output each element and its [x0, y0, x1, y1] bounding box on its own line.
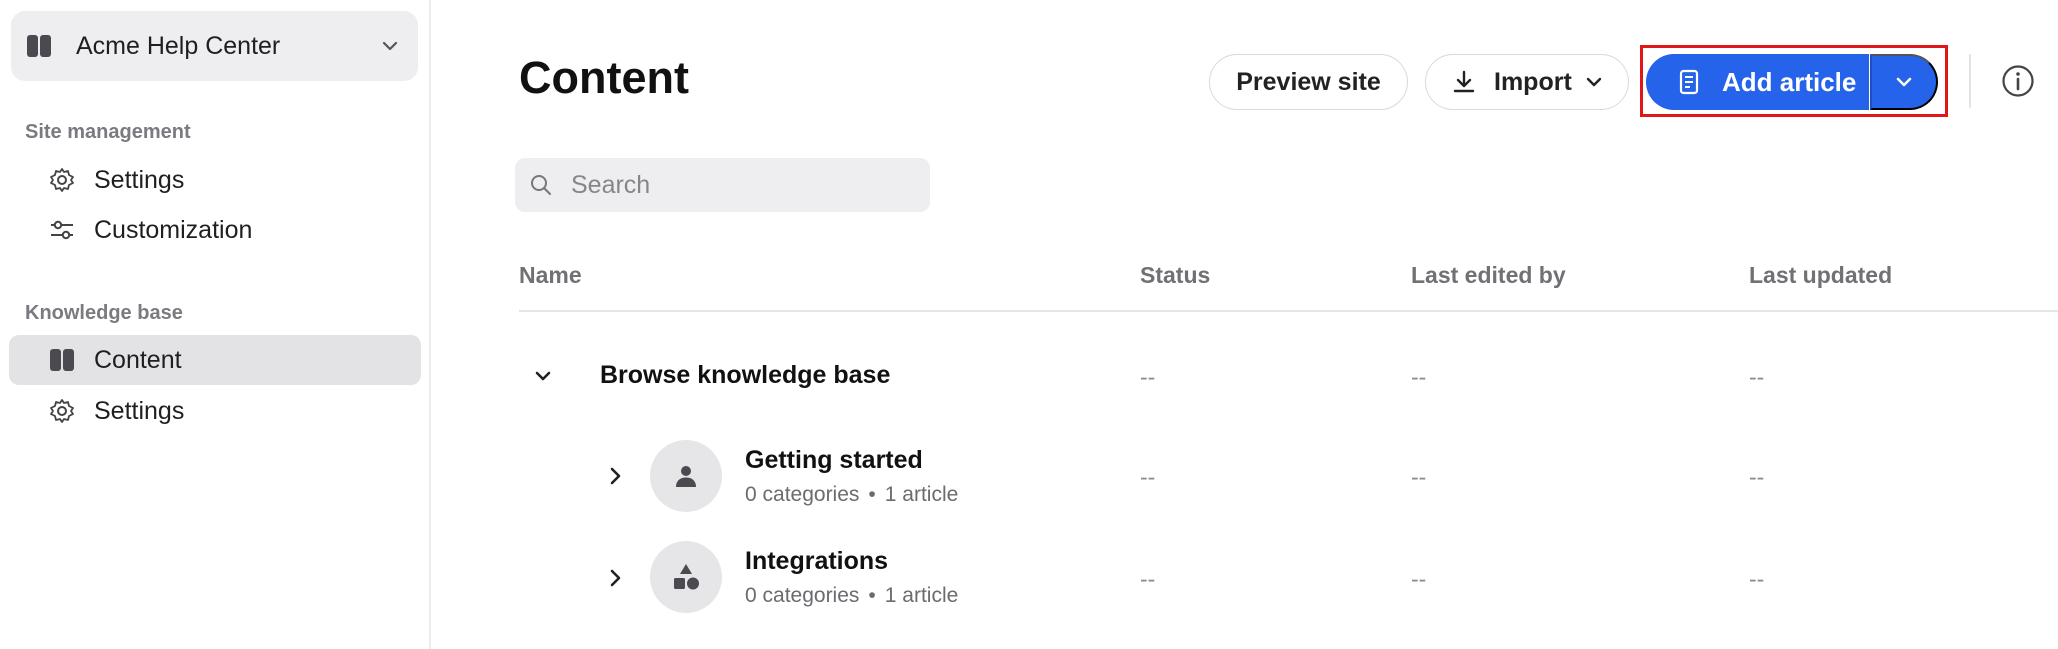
column-header-last-updated[interactable]: Last updated	[1749, 262, 1892, 289]
info-icon[interactable]	[2001, 64, 2035, 98]
app: Acme Help Center Site management Setting…	[0, 0, 2058, 649]
row-last-edited-by: --	[1411, 566, 1427, 592]
search-input[interactable]	[571, 170, 911, 200]
category-avatar	[650, 541, 722, 613]
chevron-down-icon	[379, 35, 401, 57]
row-last-updated: --	[1749, 464, 1765, 490]
table-header-divider	[519, 310, 2058, 312]
add-article-options-button[interactable]	[1870, 54, 1938, 110]
category-avatar	[650, 440, 722, 512]
chevron-right-icon[interactable]	[603, 464, 627, 488]
separator-dot: •	[868, 483, 876, 506]
chevron-down-icon	[1893, 71, 1915, 93]
chevron-down-icon[interactable]	[531, 364, 555, 388]
separator-dot: •	[868, 584, 876, 607]
chevron-down-icon	[1584, 72, 1604, 92]
sliders-icon	[47, 215, 77, 245]
download-icon	[1451, 69, 1477, 95]
category-name[interactable]: Getting started	[745, 446, 923, 475]
gear-icon	[47, 165, 77, 195]
row-status: --	[1140, 464, 1156, 490]
category-count: 0 categories	[745, 584, 860, 607]
group-last-updated: --	[1749, 364, 1765, 390]
book-open-icon	[26, 33, 52, 59]
sidebar-item-label: Customization	[94, 215, 253, 244]
group-name[interactable]: Browse knowledge base	[600, 361, 890, 390]
sidebar-item-label: Settings	[94, 396, 185, 425]
shapes-icon	[670, 561, 702, 593]
search-field[interactable]	[515, 158, 930, 212]
add-article-button[interactable]: Add article	[1646, 54, 1869, 110]
document-icon	[1676, 69, 1702, 95]
category-meta: 0 categories • 1 article	[745, 483, 958, 507]
group-status: --	[1140, 364, 1156, 390]
import-label: Import	[1494, 67, 1572, 96]
person-icon	[672, 462, 700, 490]
group-last-edited-by: --	[1411, 364, 1427, 390]
row-last-updated: --	[1749, 566, 1765, 592]
category-count: 0 categories	[745, 483, 860, 506]
section-title-knowledge-base: Knowledge base	[25, 302, 183, 324]
column-header-status[interactable]: Status	[1140, 262, 1210, 289]
sidebar-item-site-settings[interactable]: Settings	[9, 155, 421, 205]
column-header-last-edited-by[interactable]: Last edited by	[1411, 262, 1566, 289]
sidebar-item-kb-settings[interactable]: Settings	[9, 386, 421, 436]
chevron-right-icon[interactable]	[603, 566, 627, 590]
toolbar-divider	[1969, 54, 1971, 108]
book-open-icon	[47, 345, 77, 375]
search-icon	[529, 173, 553, 197]
sidebar-item-label: Settings	[94, 165, 185, 194]
import-button[interactable]: Import	[1425, 54, 1629, 110]
article-count: 1 article	[884, 584, 959, 607]
page-title: Content	[519, 52, 689, 103]
sidebar-item-label: Content	[94, 345, 182, 374]
row-status: --	[1140, 566, 1156, 592]
main-content: Content Preview site Import Add article	[433, 0, 2058, 649]
category-name[interactable]: Integrations	[745, 547, 888, 576]
preview-site-button[interactable]: Preview site	[1209, 54, 1408, 110]
sidebar-item-customization[interactable]: Customization	[9, 205, 421, 255]
add-article-label: Add article	[1722, 66, 1857, 97]
article-count: 1 article	[884, 483, 959, 506]
section-title-site-management: Site management	[25, 121, 191, 143]
category-meta: 0 categories • 1 article	[745, 584, 958, 608]
sidebar-item-content[interactable]: Content	[9, 335, 421, 385]
workspace-switcher[interactable]: Acme Help Center	[11, 11, 418, 81]
gear-icon	[47, 396, 77, 426]
workspace-name: Acme Help Center	[76, 31, 281, 60]
row-last-edited-by: --	[1411, 464, 1427, 490]
column-header-name[interactable]: Name	[519, 262, 582, 289]
sidebar: Acme Help Center Site management Setting…	[0, 0, 431, 649]
